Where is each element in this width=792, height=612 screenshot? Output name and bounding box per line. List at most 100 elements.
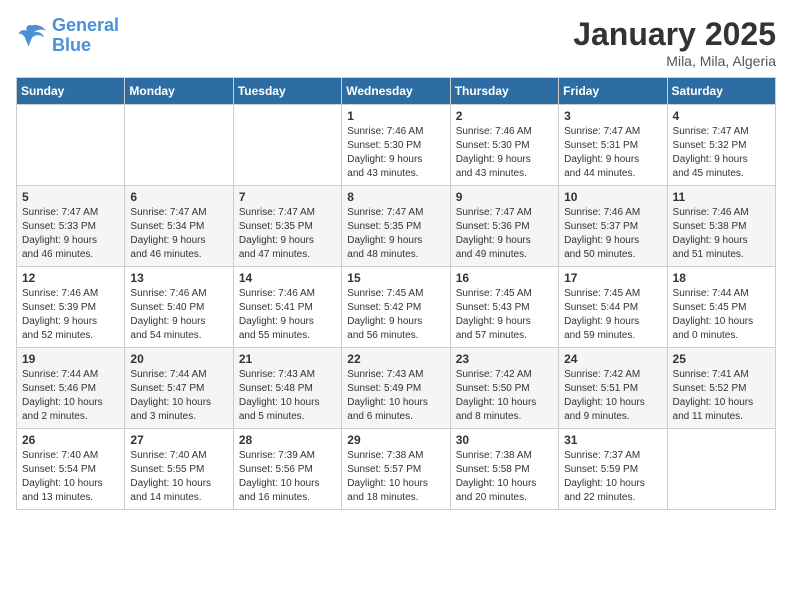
day-number: 17	[564, 271, 661, 285]
day-number: 3	[564, 109, 661, 123]
calendar-header-row: SundayMondayTuesdayWednesdayThursdayFrid…	[17, 78, 776, 105]
day-number: 18	[673, 271, 770, 285]
calendar-day-cell: 8 Sunrise: 7:47 AM Sunset: 5:35 PM Daylig…	[342, 186, 450, 267]
day-info: Sunrise: 7:45 AM Sunset: 5:42 PM Dayligh…	[347, 287, 444, 343]
day-info: Sunrise: 7:39 AM Sunset: 5:56 PM Dayligh…	[239, 449, 336, 505]
title-block: January 2025 Mila, Mila, Algeria	[573, 16, 776, 69]
day-number: 22	[347, 352, 444, 366]
day-number: 31	[564, 433, 661, 447]
logo-icon	[16, 22, 48, 50]
calendar-day-cell: 2Sunrise: 7:46 AM Sunset: 5:30 PM Daylig…	[450, 105, 558, 186]
calendar-day-cell: 31 Sunrise: 7:37 AM Sunset: 5:59 PM Dayli…	[559, 429, 667, 510]
calendar-day-cell: 16 Sunrise: 7:45 AM Sunset: 5:43 PM Dayli…	[450, 267, 558, 348]
day-number: 9	[456, 190, 553, 204]
calendar-day-cell: 17 Sunrise: 7:45 AM Sunset: 5:44 PM Dayli…	[559, 267, 667, 348]
calendar-day-cell: 1Sunrise: 7:46 AM Sunset: 5:30 PM Daylig…	[342, 105, 450, 186]
day-number: 11	[673, 190, 770, 204]
day-info: Sunrise: 7:41 AM Sunset: 5:52 PM Dayligh…	[673, 368, 770, 424]
day-number: 26	[22, 433, 119, 447]
logo: General Blue	[16, 16, 119, 56]
day-header-friday: Friday	[559, 78, 667, 105]
calendar-day-cell: 13Sunrise: 7:46 AM Sunset: 5:40 PM Dayli…	[125, 267, 233, 348]
day-number: 6	[130, 190, 227, 204]
day-number: 15	[347, 271, 444, 285]
calendar-day-cell: 30 Sunrise: 7:38 AM Sunset: 5:58 PM Dayli…	[450, 429, 558, 510]
day-info: Sunrise: 7:47 AM Sunset: 5:32 PM Dayligh…	[673, 125, 770, 181]
calendar-day-cell: 5 Sunrise: 7:47 AM Sunset: 5:33 PM Daylig…	[17, 186, 125, 267]
day-number: 29	[347, 433, 444, 447]
calendar-day-cell: 26Sunrise: 7:40 AM Sunset: 5:54 PM Dayli…	[17, 429, 125, 510]
day-info: Sunrise: 7:46 AM Sunset: 5:37 PM Dayligh…	[564, 206, 661, 262]
day-info: Sunrise: 7:44 AM Sunset: 5:45 PM Dayligh…	[673, 287, 770, 343]
day-number: 23	[456, 352, 553, 366]
day-info: Sunrise: 7:40 AM Sunset: 5:55 PM Dayligh…	[130, 449, 227, 505]
location-subtitle: Mila, Mila, Algeria	[573, 53, 776, 69]
calendar-day-cell: 15 Sunrise: 7:45 AM Sunset: 5:42 PM Dayli…	[342, 267, 450, 348]
day-header-wednesday: Wednesday	[342, 78, 450, 105]
day-info: Sunrise: 7:45 AM Sunset: 5:43 PM Dayligh…	[456, 287, 553, 343]
day-info: Sunrise: 7:45 AM Sunset: 5:44 PM Dayligh…	[564, 287, 661, 343]
day-number: 13	[130, 271, 227, 285]
calendar-day-cell: 14 Sunrise: 7:46 AM Sunset: 5:41 PM Dayli…	[233, 267, 341, 348]
calendar-day-cell: 27 Sunrise: 7:40 AM Sunset: 5:55 PM Dayli…	[125, 429, 233, 510]
day-number: 24	[564, 352, 661, 366]
day-number: 5	[22, 190, 119, 204]
calendar-day-cell: 25 Sunrise: 7:41 AM Sunset: 5:52 PM Dayli…	[667, 348, 775, 429]
day-number: 7	[239, 190, 336, 204]
empty-day-cell	[667, 429, 775, 510]
day-info: Sunrise: 7:46 AM Sunset: 5:39 PM Dayligh…	[22, 287, 119, 343]
day-number: 19	[22, 352, 119, 366]
day-header-sunday: Sunday	[17, 78, 125, 105]
day-number: 16	[456, 271, 553, 285]
calendar-table: SundayMondayTuesdayWednesdayThursdayFrid…	[16, 77, 776, 510]
empty-day-cell	[17, 105, 125, 186]
logo-text: General Blue	[52, 16, 119, 56]
day-number: 27	[130, 433, 227, 447]
calendar-day-cell: 22 Sunrise: 7:43 AM Sunset: 5:49 PM Dayli…	[342, 348, 450, 429]
calendar-week-row: 5 Sunrise: 7:47 AM Sunset: 5:33 PM Daylig…	[17, 186, 776, 267]
day-number: 20	[130, 352, 227, 366]
page-header: General Blue January 2025 Mila, Mila, Al…	[16, 16, 776, 69]
day-number: 10	[564, 190, 661, 204]
day-info: Sunrise: 7:44 AM Sunset: 5:47 PM Dayligh…	[130, 368, 227, 424]
calendar-day-cell: 9Sunrise: 7:47 AM Sunset: 5:36 PM Daylig…	[450, 186, 558, 267]
day-number: 8	[347, 190, 444, 204]
day-header-thursday: Thursday	[450, 78, 558, 105]
calendar-day-cell: 21Sunrise: 7:43 AM Sunset: 5:48 PM Dayli…	[233, 348, 341, 429]
day-number: 30	[456, 433, 553, 447]
day-info: Sunrise: 7:42 AM Sunset: 5:51 PM Dayligh…	[564, 368, 661, 424]
day-info: Sunrise: 7:42 AM Sunset: 5:50 PM Dayligh…	[456, 368, 553, 424]
calendar-day-cell: 10 Sunrise: 7:46 AM Sunset: 5:37 PM Dayli…	[559, 186, 667, 267]
calendar-week-row: 19 Sunrise: 7:44 AM Sunset: 5:46 PM Dayli…	[17, 348, 776, 429]
day-info: Sunrise: 7:47 AM Sunset: 5:31 PM Dayligh…	[564, 125, 661, 181]
day-info: Sunrise: 7:43 AM Sunset: 5:49 PM Dayligh…	[347, 368, 444, 424]
day-number: 28	[239, 433, 336, 447]
day-info: Sunrise: 7:38 AM Sunset: 5:58 PM Dayligh…	[456, 449, 553, 505]
calendar-week-row: 1Sunrise: 7:46 AM Sunset: 5:30 PM Daylig…	[17, 105, 776, 186]
day-header-tuesday: Tuesday	[233, 78, 341, 105]
calendar-day-cell: 4Sunrise: 7:47 AM Sunset: 5:32 PM Daylig…	[667, 105, 775, 186]
calendar-day-cell: 24 Sunrise: 7:42 AM Sunset: 5:51 PM Dayli…	[559, 348, 667, 429]
empty-day-cell	[233, 105, 341, 186]
calendar-day-cell: 19 Sunrise: 7:44 AM Sunset: 5:46 PM Dayli…	[17, 348, 125, 429]
day-info: Sunrise: 7:46 AM Sunset: 5:38 PM Dayligh…	[673, 206, 770, 262]
day-info: Sunrise: 7:38 AM Sunset: 5:57 PM Dayligh…	[347, 449, 444, 505]
calendar-day-cell: 20 Sunrise: 7:44 AM Sunset: 5:47 PM Dayli…	[125, 348, 233, 429]
calendar-day-cell: 6Sunrise: 7:47 AM Sunset: 5:34 PM Daylig…	[125, 186, 233, 267]
day-info: Sunrise: 7:46 AM Sunset: 5:41 PM Dayligh…	[239, 287, 336, 343]
day-info: Sunrise: 7:47 AM Sunset: 5:35 PM Dayligh…	[239, 206, 336, 262]
empty-day-cell	[125, 105, 233, 186]
month-title: January 2025	[573, 16, 776, 53]
day-number: 21	[239, 352, 336, 366]
day-number: 25	[673, 352, 770, 366]
day-info: Sunrise: 7:47 AM Sunset: 5:33 PM Dayligh…	[22, 206, 119, 262]
calendar-day-cell: 18 Sunrise: 7:44 AM Sunset: 5:45 PM Dayli…	[667, 267, 775, 348]
day-number: 2	[456, 109, 553, 123]
day-number: 14	[239, 271, 336, 285]
day-info: Sunrise: 7:37 AM Sunset: 5:59 PM Dayligh…	[564, 449, 661, 505]
calendar-day-cell: 7 Sunrise: 7:47 AM Sunset: 5:35 PM Daylig…	[233, 186, 341, 267]
calendar-day-cell: 11 Sunrise: 7:46 AM Sunset: 5:38 PM Dayli…	[667, 186, 775, 267]
calendar-day-cell: 29 Sunrise: 7:38 AM Sunset: 5:57 PM Dayli…	[342, 429, 450, 510]
day-info: Sunrise: 7:47 AM Sunset: 5:35 PM Dayligh…	[347, 206, 444, 262]
day-info: Sunrise: 7:44 AM Sunset: 5:46 PM Dayligh…	[22, 368, 119, 424]
